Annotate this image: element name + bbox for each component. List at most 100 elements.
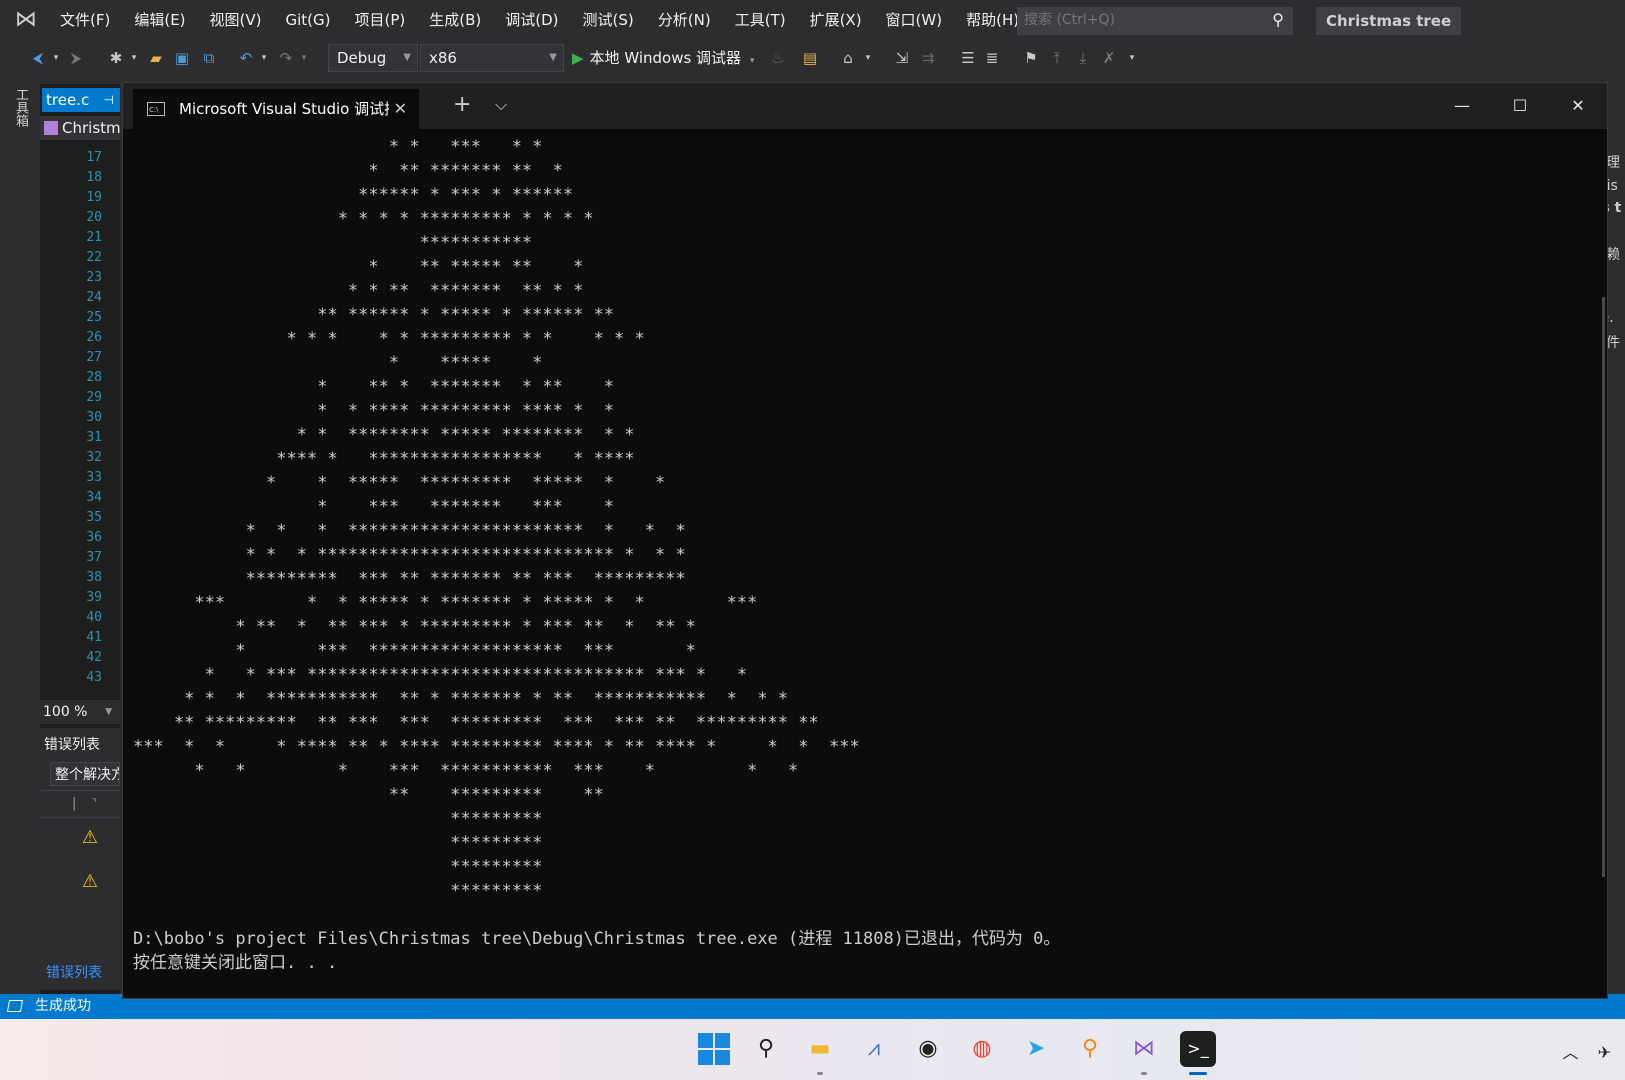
- menu-analyze[interactable]: 分析(N): [646, 0, 723, 40]
- menu-build[interactable]: 生成(B): [417, 0, 493, 40]
- taskbar: ⚲ ▬ ⩘ ◉ ◍ ➤ ⚲ ⋈ >_ ︿ ✈: [0, 1019, 1625, 1080]
- sort-icon[interactable]: ⌝: [92, 791, 97, 817]
- hot-reload-icon[interactable]: ♨: [770, 48, 786, 68]
- comment-icon[interactable]: ≣: [982, 48, 1002, 68]
- menu-project[interactable]: 项目(P): [343, 0, 418, 40]
- chevron-up-icon[interactable]: ︿: [1562, 1043, 1578, 1062]
- error-scope-dropdown[interactable]: 整个解决方案: [50, 762, 120, 786]
- bookmark-icon[interactable]: ⚑: [1022, 48, 1040, 68]
- project-nav-dropdown[interactable]: Christmas tree: [40, 116, 120, 140]
- menu-tools[interactable]: 工具(T): [723, 0, 798, 40]
- browser-link-icon[interactable]: ⌂: [838, 48, 858, 68]
- browse-folder-icon[interactable]: ▤: [800, 48, 820, 68]
- open-file-icon[interactable]: ▰: [146, 48, 166, 68]
- platform-value: x86: [429, 49, 457, 67]
- run-label: 本地 Windows 调试器: [589, 49, 742, 67]
- menu-debug[interactable]: 调试(D): [493, 0, 570, 40]
- maximize-icon[interactable]: ☐: [1491, 83, 1549, 129]
- step-into-icon[interactable]: ⇲: [892, 48, 912, 68]
- nav-project-label: Christmas tree: [62, 119, 120, 137]
- search-icon[interactable]: ⚲: [1272, 10, 1284, 29]
- back-dropdown-icon[interactable]: ▾: [50, 48, 62, 68]
- toolbar-overflow-icon[interactable]: ▾: [1126, 48, 1138, 68]
- platform-dropdown[interactable]: x86 ▼: [420, 44, 564, 72]
- configuration-value: Debug: [337, 49, 387, 67]
- start-logo-pane: [698, 1033, 713, 1048]
- project-icon: [44, 121, 58, 135]
- terminal-icon[interactable]: >_: [1180, 1031, 1216, 1067]
- error-list-panel: 错误列表 整个解决方案 | ⌝ ⚠ ⚠ 错误列表: [40, 728, 120, 990]
- line-number: 19: [86, 190, 102, 205]
- standard-toolbar: ⮜ ▾ ⮞ ✱ ▾ ▰ ▣ ⧉ ↶ ▾ ↷ ▾ Debug ▼ x86 ▼ ▶ 本…: [0, 40, 1625, 74]
- search-icon[interactable]: ⚲: [748, 1031, 784, 1067]
- active-indicator: [817, 1072, 823, 1075]
- telegram-icon[interactable]: ➤: [1018, 1031, 1054, 1067]
- console-tab[interactable]: C:\ Microsoft Visual Studio 调试控制台 ✕: [133, 89, 419, 129]
- zoom-dropdown[interactable]: 100 % ▼: [40, 700, 120, 724]
- line-number: 21: [86, 230, 102, 245]
- chrome-icon[interactable]: ◍: [964, 1031, 1000, 1067]
- redo-dropdown-icon[interactable]: ▾: [298, 48, 310, 68]
- console-output[interactable]: * * *** * * * ** ******* ** * ****** * *…: [133, 135, 1593, 985]
- active-indicator: [1141, 1072, 1147, 1075]
- search-input[interactable]: [1018, 8, 1260, 32]
- line-number: 40: [86, 610, 102, 625]
- indent-icon[interactable]: ☰: [958, 48, 978, 68]
- menu-bar: ⋈ 文件(F) 编辑(E) 视图(V) Git(G) 项目(P) 生成(B) 调…: [0, 0, 1625, 40]
- line-number: 28: [86, 370, 102, 385]
- line-number: 36: [86, 530, 102, 545]
- line-number: 18: [86, 170, 102, 185]
- menu-file[interactable]: 文件(F): [48, 0, 122, 40]
- visual-studio-icon[interactable]: ⋈: [1126, 1031, 1162, 1067]
- step-over-icon[interactable]: ⇉: [918, 48, 938, 68]
- new-item-icon[interactable]: ✱: [106, 48, 126, 68]
- windows-start-icon[interactable]: [696, 1031, 732, 1067]
- new-tab-icon[interactable]: +: [453, 91, 471, 119]
- file-explorer-icon[interactable]: ▬: [802, 1031, 838, 1067]
- everything-search-icon[interactable]: ⚲: [1072, 1031, 1108, 1067]
- navigate-back-icon[interactable]: ⮜: [28, 48, 48, 68]
- zoom-value: 100 %: [43, 704, 88, 720]
- save-all-icon[interactable]: ⧉: [198, 48, 220, 68]
- redo-icon[interactable]: ↷: [276, 48, 296, 68]
- line-number: 22: [86, 250, 102, 265]
- close-window-icon[interactable]: ✕: [1549, 83, 1607, 129]
- browser-link-dropdown-icon[interactable]: ▾: [862, 48, 874, 68]
- column-divider: |: [72, 796, 77, 811]
- save-icon[interactable]: ▣: [172, 48, 192, 68]
- toolbox-tab[interactable]: 工具箱: [10, 88, 30, 127]
- undo-dropdown-icon[interactable]: ▾: [258, 48, 270, 68]
- resource-monitor-icon[interactable]: ⩘: [856, 1031, 892, 1067]
- menu-edit[interactable]: 编辑(E): [122, 0, 197, 40]
- menu-test[interactable]: 测试(S): [571, 0, 646, 40]
- new-item-dropdown-icon[interactable]: ▾: [128, 48, 140, 68]
- console-scrollbar[interactable]: [1602, 297, 1605, 877]
- line-numbers: 17 18 19 20 21 22 23 24 25 26 27 28 29 3…: [40, 148, 102, 688]
- configuration-dropdown[interactable]: Debug ▼: [328, 44, 418, 72]
- pin-icon[interactable]: ⊣: [104, 88, 114, 112]
- warning-icon: ⚠: [81, 871, 99, 892]
- next-bookmark-icon[interactable]: ⤓: [1074, 48, 1092, 68]
- clear-bookmarks-icon[interactable]: ✗: [1100, 48, 1118, 68]
- line-number: 37: [86, 550, 102, 565]
- file-tab-tree-c[interactable]: tree.c ⊣: [42, 88, 120, 112]
- menu-extensions[interactable]: 扩展(X): [798, 0, 874, 40]
- undo-icon[interactable]: ↶: [236, 48, 256, 68]
- menu-git[interactable]: Git(G): [274, 0, 343, 40]
- chevron-down-icon[interactable]: ⌵: [495, 91, 507, 119]
- visual-studio-logo-icon[interactable]: ⋈: [12, 6, 40, 34]
- previous-bookmark-icon[interactable]: ⤒: [1048, 48, 1066, 68]
- close-tab-icon[interactable]: ✕: [394, 89, 407, 129]
- tray-app-icon[interactable]: ✈: [1598, 1043, 1611, 1062]
- obs-icon[interactable]: ◉: [910, 1031, 946, 1067]
- error-list-tab[interactable]: 错误列表: [46, 962, 102, 982]
- navigate-forward-icon[interactable]: ⮞: [66, 48, 86, 68]
- menu-view[interactable]: 视图(V): [198, 0, 274, 40]
- start-debugging-button[interactable]: ▶ 本地 Windows 调试器 ▾: [572, 46, 754, 70]
- menu-window[interactable]: 窗口(W): [874, 0, 955, 40]
- terminal-icon: C:\: [147, 102, 165, 116]
- minimize-icon[interactable]: —: [1433, 83, 1491, 129]
- play-icon: ▶: [572, 49, 584, 67]
- start-logo-pane: [715, 1050, 730, 1065]
- line-number: 31: [86, 430, 102, 445]
